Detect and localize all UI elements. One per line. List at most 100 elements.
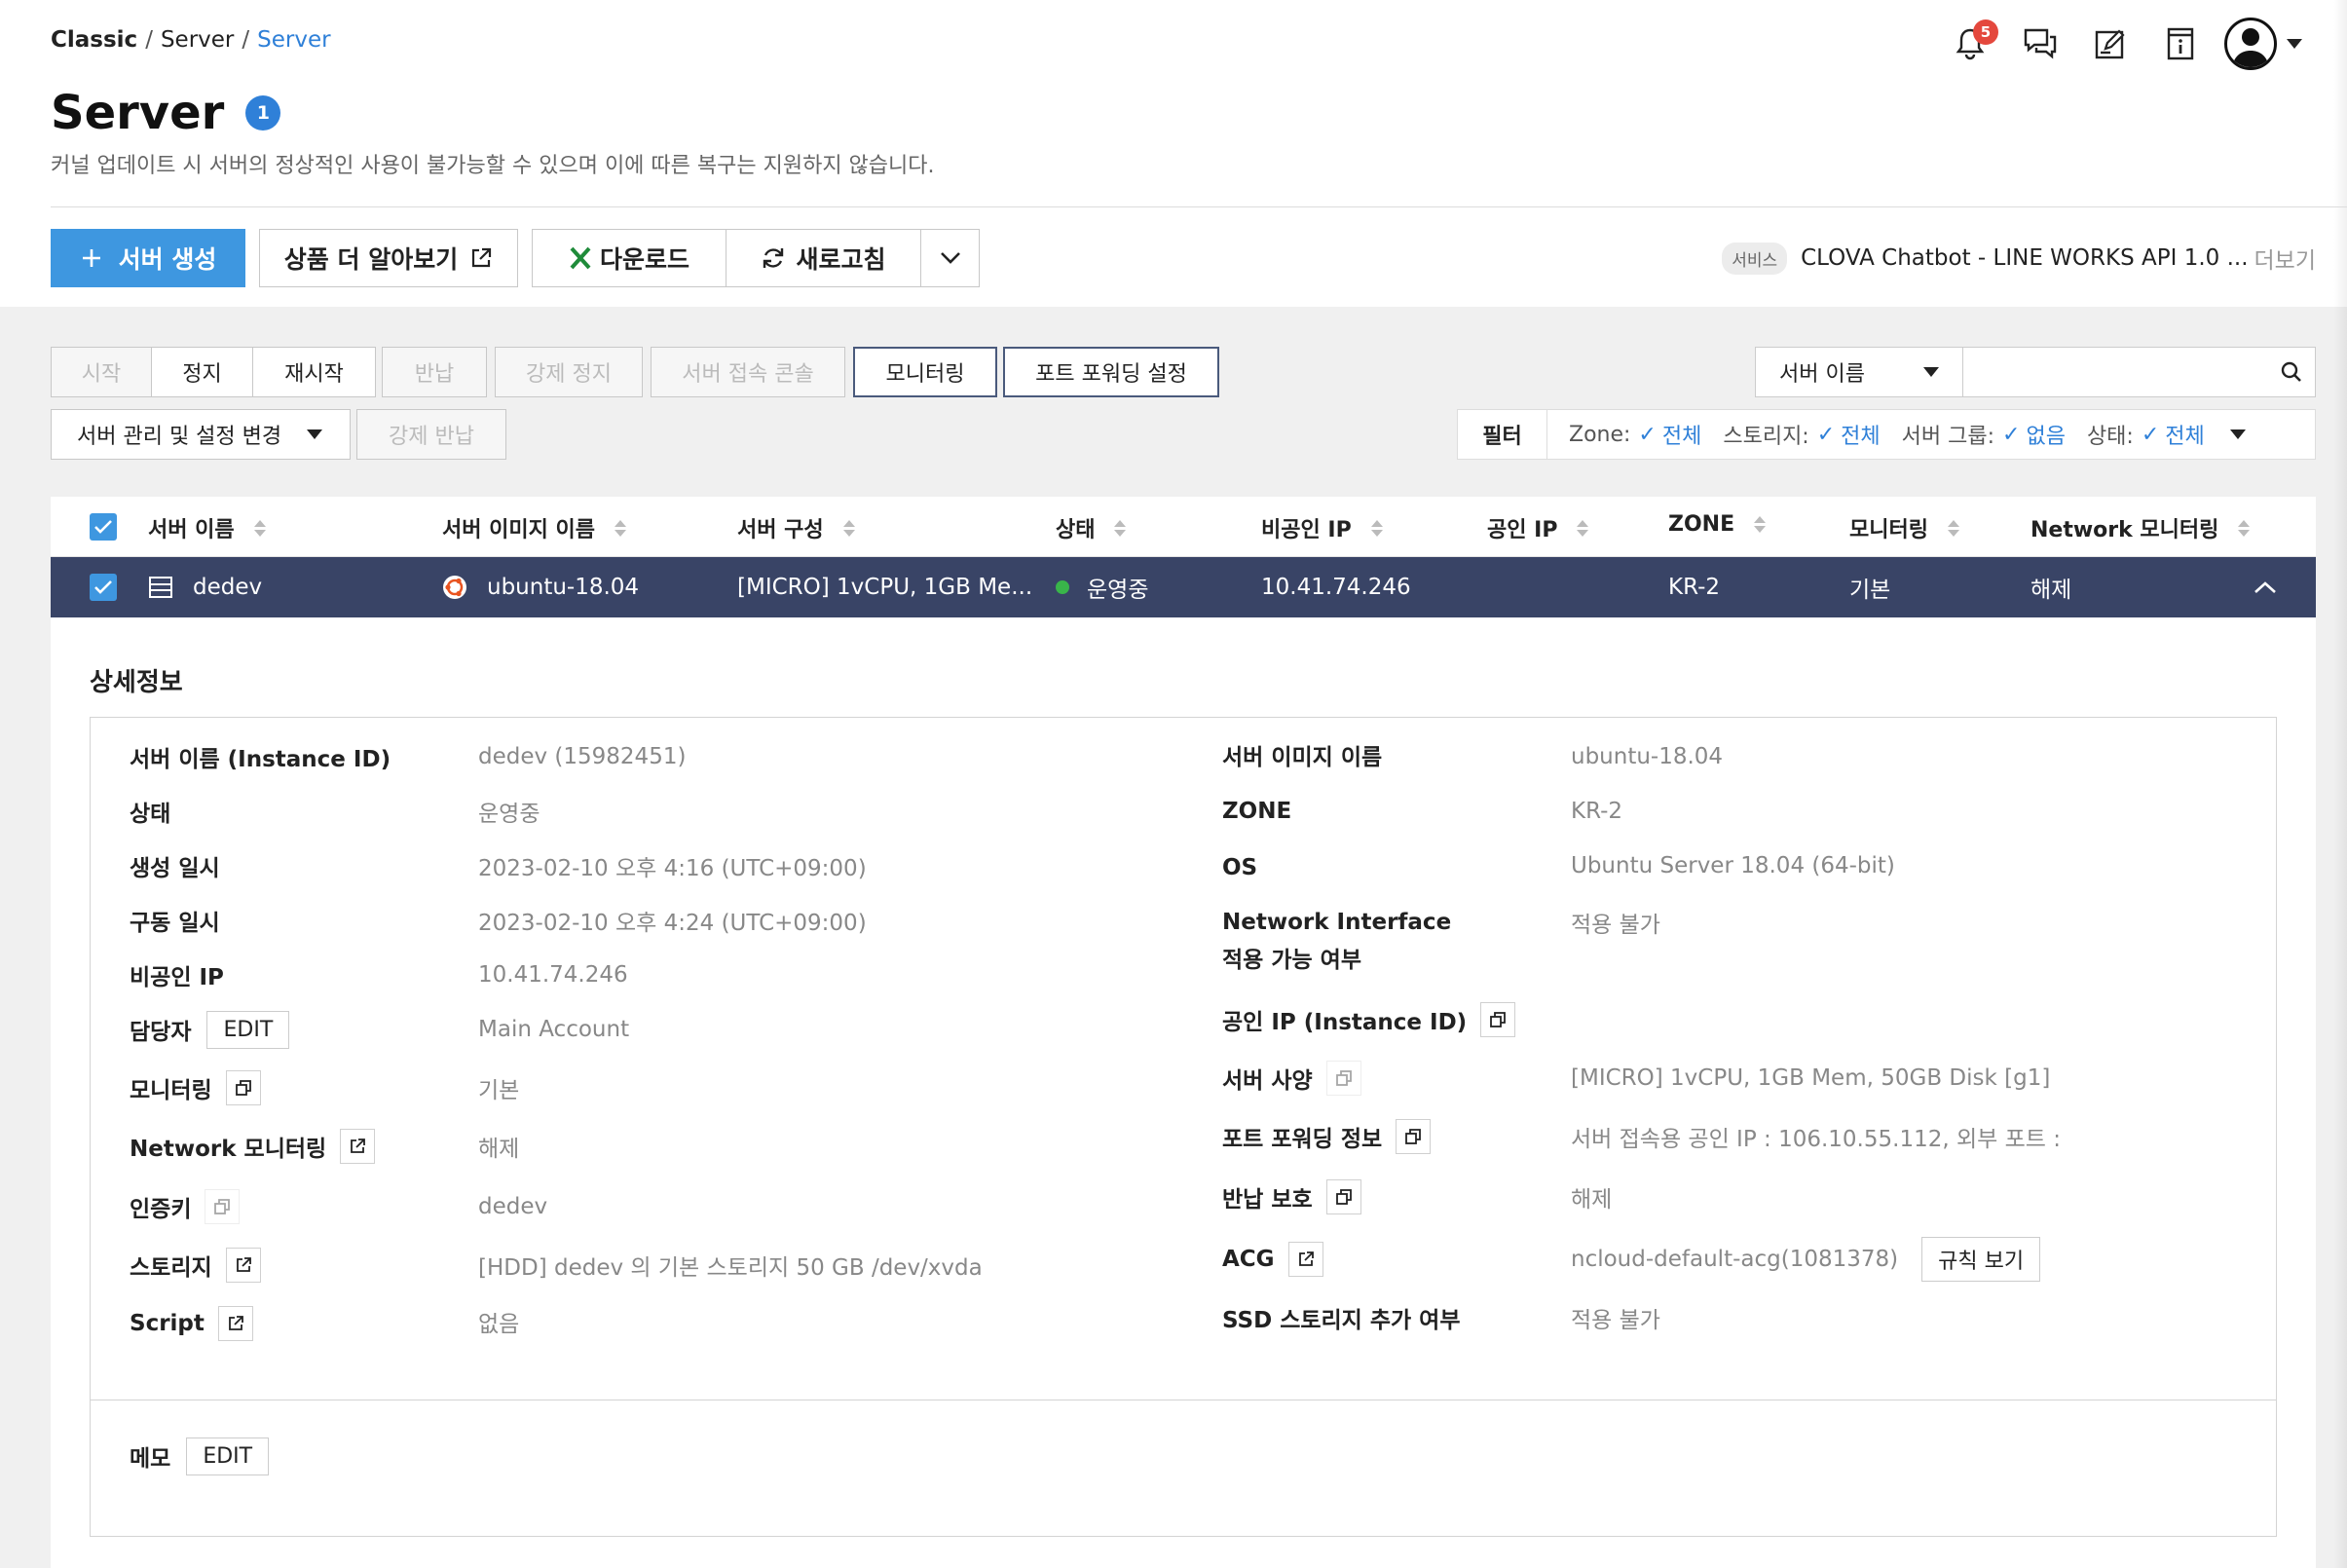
- filter-storage[interactable]: 스토리지: ✓ 전체: [1723, 419, 1880, 450]
- detail-title: 상세정보: [90, 668, 183, 697]
- view-rules-button[interactable]: 규칙 보기: [1921, 1237, 2041, 1282]
- col-header[interactable]: 서버 이미지 이름: [442, 512, 626, 543]
- external-link-button[interactable]: [1287, 1242, 1323, 1277]
- info-button[interactable]: [2158, 21, 2203, 66]
- breadcrumb-root[interactable]: Classic: [51, 27, 137, 53]
- check-icon: [94, 580, 112, 594]
- external-link-button[interactable]: [225, 1248, 261, 1283]
- filter-zone[interactable]: Zone: ✓ 전체: [1569, 419, 1701, 450]
- server-manage-dropdown[interactable]: 서버 관리 및 설정 변경: [51, 409, 351, 460]
- external-link-button[interactable]: [340, 1129, 376, 1164]
- col-header[interactable]: Network 모니터링: [2030, 512, 2251, 543]
- user-menu-chevron-down-icon[interactable]: [2287, 39, 2302, 49]
- refresh-button[interactable]: 새로고침: [726, 229, 921, 287]
- force-return-button[interactable]: 강제 반납: [356, 409, 506, 460]
- download-label: 다운로드: [599, 245, 689, 274]
- memo-button[interactable]: [2088, 21, 2133, 66]
- row-checkbox[interactable]: [90, 574, 117, 601]
- excel-icon: [570, 246, 591, 270]
- filter-bar[interactable]: 필터 Zone: ✓ 전체 스토리지: ✓ 전체 서버 그룹: ✓ 없음 상태: ✓ 전체: [1457, 409, 2316, 460]
- page-title: Server 1: [51, 86, 281, 140]
- sort-icon: [1577, 519, 1589, 537]
- owner-edit-button[interactable]: EDIT: [206, 1010, 290, 1049]
- detail-label-text: 포트 포워딩 정보: [1222, 1127, 1383, 1152]
- col-header[interactable]: 상태: [1056, 512, 1127, 543]
- cell-status: 운영중: [1056, 557, 1148, 617]
- breadcrumb-current[interactable]: Server: [257, 27, 330, 53]
- detail-label-text: 공인 IP (Instance ID): [1222, 1010, 1468, 1035]
- filter-group[interactable]: 서버 그룹: ✓ 없음: [1902, 419, 2066, 450]
- popup-button[interactable]: [1396, 1119, 1432, 1154]
- chat-button[interactable]: [2018, 21, 2063, 66]
- avatar[interactable]: [2224, 18, 2277, 70]
- restart-button[interactable]: 재시작: [253, 347, 376, 397]
- popup-button[interactable]: [1480, 1002, 1516, 1037]
- detail-label-monitoring: 모니터링: [130, 1068, 261, 1107]
- check-icon: [94, 520, 112, 534]
- learn-more-button[interactable]: 상품 더 알아보기: [259, 229, 518, 287]
- filter-status[interactable]: 상태: ✓ 전체: [2087, 419, 2205, 450]
- external-link-icon: [1298, 1251, 1314, 1266]
- service-more-link[interactable]: 더보기: [2254, 242, 2316, 275]
- detail-label-text: ACG: [1222, 1247, 1275, 1272]
- filter-status-value: 전체: [2165, 425, 2205, 449]
- table-row[interactable]: dedev ubuntu-18.04 [MICRO] 1vCPU, 1GB Me…: [51, 557, 2316, 617]
- return-button[interactable]: 반납: [382, 347, 487, 397]
- breadcrumb-mid[interactable]: Server: [161, 27, 234, 53]
- detail-label-text: 담당자: [130, 1020, 192, 1045]
- detail-box: 서버 이름 (Instance ID) dedev (15982451) 상태 …: [90, 717, 2277, 1537]
- detail-label-owner: 담당자 EDIT: [130, 1010, 290, 1049]
- notification-button[interactable]: 5: [1948, 19, 1998, 66]
- col-header[interactable]: 모니터링: [1849, 512, 1959, 543]
- col-header-label: Network 모니터링: [2030, 518, 2219, 542]
- detail-label-text: Network 모니터링: [130, 1137, 327, 1162]
- popup-button[interactable]: [225, 1070, 261, 1105]
- sort-icon: [842, 519, 855, 537]
- chevron-down-icon: [307, 429, 323, 439]
- external-link-button[interactable]: [217, 1306, 253, 1341]
- col-header-label: 비공인 IP: [1261, 518, 1352, 542]
- popup-button[interactable]: [205, 1189, 241, 1224]
- filter-group-label: 서버 그룹:: [1901, 425, 1995, 449]
- download-button[interactable]: 다운로드: [532, 229, 726, 287]
- search-button[interactable]: [2267, 348, 2315, 396]
- page-title-text: Server: [51, 86, 225, 140]
- sort-icon: [615, 519, 626, 537]
- right-edge-shadow: [2333, 0, 2347, 1568]
- filter-zone-value: 전체: [1661, 425, 1702, 449]
- sort-icon: [2238, 519, 2251, 537]
- search-field-select[interactable]: 서버 이름: [1756, 348, 1964, 396]
- window-icon: [1335, 1070, 1352, 1086]
- port-forwarding-button[interactable]: 포트 포워딩 설정: [1003, 347, 1219, 397]
- col-header[interactable]: ZONE: [1668, 512, 1767, 537]
- detail-label-storage: 스토리지: [130, 1246, 261, 1285]
- more-actions-dropdown[interactable]: [921, 229, 980, 287]
- search-bar: 서버 이름: [1755, 347, 2316, 397]
- external-link-icon: [228, 1316, 243, 1330]
- col-header[interactable]: 서버 이름: [148, 512, 266, 543]
- detail-value: 서버 접속용 공인 IP : 106.10.55.112, 외부 포트 :: [1571, 1127, 2061, 1152]
- chevron-up-icon: [2254, 581, 2276, 593]
- check-icon: ✓: [1816, 422, 1836, 447]
- search-input[interactable]: [1963, 348, 2268, 396]
- popup-button[interactable]: [1325, 1179, 1361, 1214]
- chevron-down-icon[interactable]: [2229, 429, 2246, 439]
- monitoring-button[interactable]: 모니터링: [853, 347, 997, 397]
- memo-edit-button[interactable]: EDIT: [186, 1437, 270, 1475]
- create-server-button[interactable]: 서버 생성: [51, 229, 245, 287]
- collapse-row-button[interactable]: [2254, 557, 2277, 617]
- window-icon: [1405, 1129, 1422, 1144]
- col-header[interactable]: 공인 IP: [1487, 512, 1589, 543]
- stop-button[interactable]: 정지: [152, 347, 253, 397]
- select-all-checkbox[interactable]: [90, 513, 117, 541]
- server-console-button[interactable]: 서버 접속 콘솔: [651, 347, 845, 397]
- start-button[interactable]: 시작: [51, 347, 152, 397]
- cell-text: 운영중: [1087, 578, 1149, 603]
- cell-private-ip: 10.41.74.246: [1261, 575, 1411, 600]
- popup-button[interactable]: [1325, 1061, 1361, 1096]
- col-header[interactable]: 서버 구성: [737, 512, 855, 543]
- col-header[interactable]: 비공인 IP: [1261, 512, 1383, 543]
- force-stop-button[interactable]: 강제 정지: [495, 347, 643, 397]
- chat-icon: [2024, 28, 2057, 59]
- detail-label: Network Interface: [1222, 910, 1452, 935]
